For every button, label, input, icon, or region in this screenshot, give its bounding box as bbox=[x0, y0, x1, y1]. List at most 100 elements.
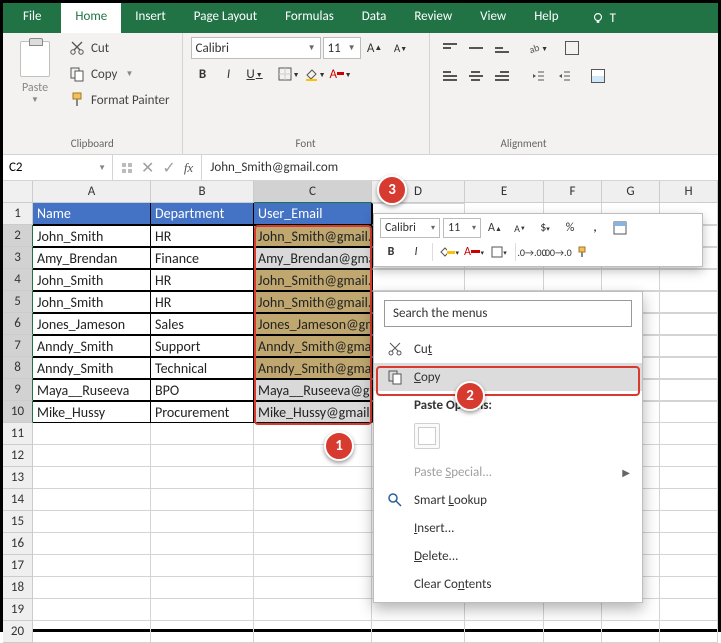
mini-decrease-decimal[interactable]: .00→.0 bbox=[546, 242, 568, 262]
ctx-copy[interactable]: Copy bbox=[374, 363, 642, 391]
cell[interactable] bbox=[33, 511, 151, 533]
cell[interactable] bbox=[660, 313, 718, 335]
cell[interactable] bbox=[254, 577, 372, 599]
cell[interactable] bbox=[660, 467, 718, 489]
mini-font-color[interactable]: A▾ bbox=[463, 242, 485, 262]
header-department[interactable]: Department bbox=[151, 203, 254, 225]
cell[interactable]: John_Smith bbox=[33, 269, 151, 291]
cell[interactable] bbox=[660, 291, 718, 313]
cell[interactable] bbox=[254, 511, 372, 533]
cell-selected[interactable]: Amy_Brendan@gmail.com bbox=[254, 247, 372, 269]
cell[interactable] bbox=[660, 555, 718, 577]
header-name[interactable]: Name bbox=[33, 203, 151, 225]
italic-button[interactable]: I bbox=[217, 63, 241, 85]
cell[interactable]: John_Smith bbox=[33, 291, 151, 313]
tab-review[interactable]: Review bbox=[400, 3, 466, 33]
cell[interactable]: John_Smith bbox=[33, 225, 151, 247]
cell[interactable]: Jones_Jameson bbox=[33, 313, 151, 335]
cell[interactable] bbox=[660, 269, 718, 291]
cell[interactable] bbox=[33, 467, 151, 489]
mini-font-name[interactable]: Calibri▾ bbox=[380, 218, 440, 238]
row-header-11[interactable]: 11 bbox=[3, 423, 33, 445]
cell[interactable] bbox=[33, 445, 151, 467]
row-header-4[interactable]: 4 bbox=[3, 269, 33, 291]
cell[interactable]: Anndy_Smith bbox=[33, 357, 151, 379]
cell[interactable] bbox=[660, 621, 718, 643]
increase-indent-button[interactable] bbox=[552, 65, 576, 87]
row-header-18[interactable]: 18 bbox=[3, 577, 33, 599]
font-color-button[interactable]: A▼ bbox=[329, 63, 353, 85]
align-right-button[interactable] bbox=[490, 65, 514, 87]
col-header-D[interactable]: D bbox=[372, 181, 465, 203]
row-header-8[interactable]: 8 bbox=[3, 357, 33, 379]
mini-percent-format[interactable]: % bbox=[559, 218, 581, 238]
cell[interactable] bbox=[254, 621, 372, 643]
copy-button[interactable]: Copy▼ bbox=[65, 63, 174, 85]
cell[interactable] bbox=[660, 379, 718, 401]
tab-home[interactable]: Home bbox=[61, 3, 121, 33]
cell[interactable] bbox=[465, 269, 544, 291]
cell-selected[interactable]: Mike_Hussy@gmail.com bbox=[254, 401, 372, 423]
mini-format-painter[interactable] bbox=[571, 242, 593, 262]
paste-option-icon[interactable] bbox=[414, 423, 440, 449]
mini-decrease-font[interactable]: A▼ bbox=[509, 218, 531, 238]
cell-selected[interactable]: Jones_Jameson@gmail.com bbox=[254, 313, 372, 335]
cell[interactable]: Finance bbox=[151, 247, 254, 269]
mini-increase-decimal[interactable]: .0→.00 bbox=[521, 242, 543, 262]
cell[interactable] bbox=[33, 621, 151, 643]
align-center-button[interactable] bbox=[464, 65, 488, 87]
mini-bold[interactable]: B bbox=[380, 242, 402, 262]
align-bottom-button[interactable] bbox=[490, 37, 514, 59]
merge-center-button[interactable] bbox=[586, 65, 610, 87]
cell-selected[interactable]: Anndy_Smith@gmail.com bbox=[254, 335, 372, 357]
ctx-cut[interactable]: Cut bbox=[374, 335, 642, 363]
row-header-16[interactable]: 16 bbox=[3, 533, 33, 555]
header-user-email[interactable]: User_Email bbox=[254, 203, 372, 225]
ctx-search-input[interactable]: Search the menus bbox=[384, 300, 632, 327]
cell-selected[interactable]: John_Smith@gmail.com bbox=[254, 291, 372, 313]
cell[interactable] bbox=[151, 599, 254, 621]
cell[interactable] bbox=[254, 533, 372, 555]
font-size-combo[interactable]: 11▼ bbox=[323, 37, 361, 59]
mini-accounting-format[interactable]: $▾ bbox=[534, 218, 556, 238]
cell[interactable]: BPO bbox=[151, 379, 254, 401]
cell[interactable]: HR bbox=[151, 291, 254, 313]
cell[interactable] bbox=[660, 511, 718, 533]
increase-font-button[interactable]: A▲ bbox=[363, 37, 387, 59]
cell[interactable] bbox=[602, 621, 660, 643]
cell[interactable] bbox=[254, 555, 372, 577]
cell[interactable] bbox=[660, 401, 718, 423]
cell[interactable] bbox=[33, 423, 151, 445]
cell[interactable] bbox=[660, 335, 718, 357]
tab-file[interactable]: File bbox=[3, 3, 61, 33]
mini-italic[interactable]: I bbox=[405, 242, 427, 262]
enter-icon[interactable]: ✓ bbox=[162, 158, 175, 178]
cell[interactable] bbox=[372, 269, 465, 291]
paste-button[interactable]: Paste ▼ bbox=[11, 37, 59, 117]
cell[interactable] bbox=[465, 621, 544, 643]
cell[interactable] bbox=[254, 467, 372, 489]
col-header-A[interactable]: A bbox=[33, 181, 151, 203]
cell[interactable]: HR bbox=[151, 269, 254, 291]
row-header-12[interactable]: 12 bbox=[3, 445, 33, 467]
ctx-insert[interactable]: Insert... bbox=[374, 514, 642, 542]
wrap-text-button[interactable] bbox=[560, 37, 584, 59]
col-header-G[interactable]: G bbox=[602, 181, 660, 203]
row-header-9[interactable]: 9 bbox=[3, 379, 33, 401]
mini-fill-color[interactable]: ▾ bbox=[438, 242, 460, 262]
select-all-corner[interactable] bbox=[3, 181, 33, 203]
cell[interactable] bbox=[544, 621, 602, 643]
cell-selected[interactable]: John_Smith@gmail.com bbox=[254, 225, 372, 247]
cell[interactable] bbox=[660, 357, 718, 379]
cell[interactable] bbox=[151, 511, 254, 533]
cell[interactable] bbox=[254, 489, 372, 511]
orientation-button[interactable]: ab▼ bbox=[526, 37, 550, 59]
cell[interactable] bbox=[372, 621, 465, 643]
col-header-F[interactable]: F bbox=[544, 181, 602, 203]
cell[interactable]: Amy_Brendan bbox=[33, 247, 151, 269]
row-header-20[interactable]: 20 bbox=[3, 621, 33, 643]
row-header-15[interactable]: 15 bbox=[3, 511, 33, 533]
formula-input[interactable]: John_Smith@gmail.com bbox=[202, 155, 718, 180]
mini-conditional-format[interactable] bbox=[609, 218, 631, 238]
mini-increase-font[interactable]: A▲ bbox=[484, 218, 506, 238]
